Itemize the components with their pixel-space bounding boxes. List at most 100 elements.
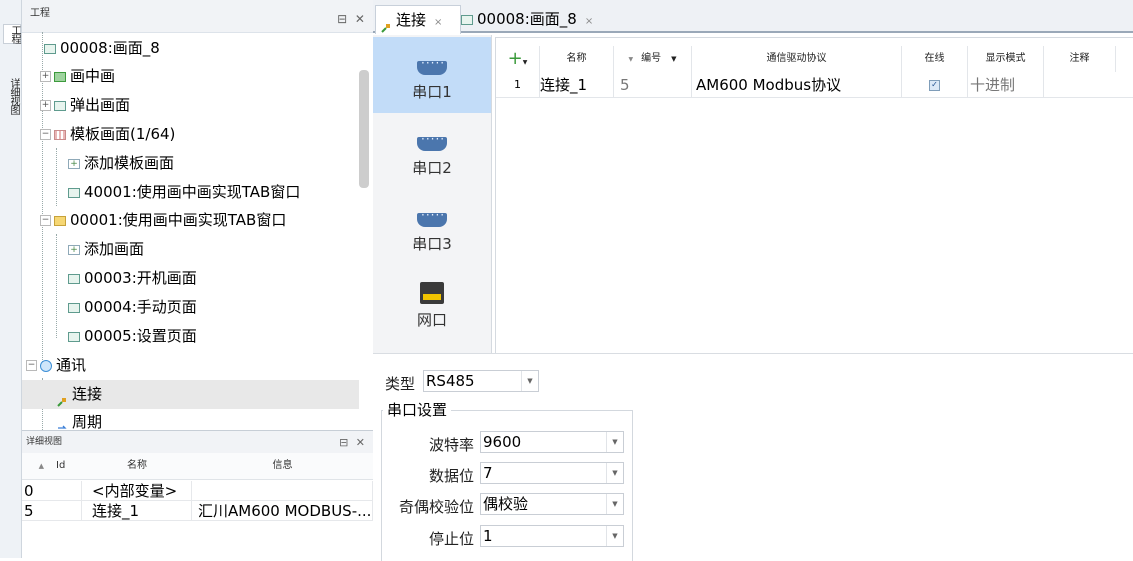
panel-window-controls[interactable]: ⊟ ✕ xyxy=(339,436,367,449)
column-header-display-mode[interactable]: 显示模式 xyxy=(968,46,1044,72)
baud-rate-value: 9600 xyxy=(483,433,522,451)
data-bits-value: 7 xyxy=(483,464,493,482)
connection-grid: +▼ 名称 ▼ 编号 ▼ 通信驱动协议 在线 显示模式 注释 1 连接_1 5 AM… xyxy=(495,37,1133,355)
column-header-online[interactable]: 在线 xyxy=(902,46,968,72)
expand-icon[interactable]: + xyxy=(40,71,51,82)
port-label: 串口1 xyxy=(412,83,452,101)
chevron-down-icon[interactable]: ▼ xyxy=(606,526,623,546)
data-bits-label: 数据位 xyxy=(429,467,475,485)
ethernet-port-icon xyxy=(420,282,444,304)
collapse-icon[interactable]: − xyxy=(40,215,51,226)
tree-item-picture-in-picture[interactable]: + 画中画 xyxy=(40,62,115,91)
screen-icon xyxy=(54,71,66,82)
stop-bits-label: 停止位 xyxy=(429,530,475,548)
detail-cell-id[interactable]: 0 xyxy=(22,481,82,501)
tree-item-label: 00008:画面_8 xyxy=(60,39,160,57)
collapse-icon[interactable]: − xyxy=(40,129,51,140)
connection-editor: 串口1 串口2 串口3 网口 +▼ 名称 ▼编号▼ 通信驱动协议 在线 显示模式… xyxy=(373,35,1133,561)
type-select[interactable]: RS485 ▼ xyxy=(423,370,539,392)
tree-item-screen-00001[interactable]: − 00001:使用画中画实现TAB窗口 xyxy=(40,206,286,235)
detail-cell-id[interactable]: 5 xyxy=(22,501,82,521)
row-index[interactable]: 1 xyxy=(496,72,540,98)
plug-icon xyxy=(380,15,392,33)
tree-item-template-screen[interactable]: − 模板画面(1/64) xyxy=(40,120,175,149)
serial-port-icon xyxy=(417,132,447,151)
stop-bits-select[interactable]: 1 ▼ xyxy=(480,525,624,547)
chevron-down-icon[interactable]: ▼ xyxy=(606,463,623,483)
close-icon[interactable]: × xyxy=(434,17,442,28)
cell-comment[interactable] xyxy=(1044,72,1133,98)
globe-icon xyxy=(40,359,52,372)
screen-icon xyxy=(461,14,473,25)
tree-item-screen-00004[interactable]: 00004:手动页面 xyxy=(68,293,197,322)
column-header-id[interactable]: ▲ Id xyxy=(22,453,83,480)
cell-number[interactable]: 5 xyxy=(614,72,692,98)
column-header-protocol[interactable]: 通信驱动协议 xyxy=(692,46,902,72)
parity-select[interactable]: 偶校验 ▼ xyxy=(480,493,624,515)
detail-cell-info[interactable]: 汇川AM600 MODBUS-... xyxy=(192,501,373,521)
cell-name[interactable]: 连接_1 xyxy=(540,72,614,98)
project-scrollbar-thumb[interactable] xyxy=(359,70,369,188)
column-header-name[interactable]: 名称 xyxy=(82,453,193,480)
panel-window-controls[interactable]: ⊟ ✕ xyxy=(337,12,367,26)
port-list: 串口1 串口2 串口3 网口 xyxy=(373,35,492,353)
tab-screen-8[interactable]: 00008:画面_8 × xyxy=(459,5,609,33)
cell-protocol[interactable]: AM600 Modbus协议 xyxy=(692,72,902,98)
screen-icon xyxy=(68,331,80,342)
column-header-number[interactable]: ▼ 编号 ▼ xyxy=(614,46,692,72)
chevron-down-icon[interactable]: ▼ xyxy=(606,494,623,514)
port-serial-1[interactable]: 串口1 xyxy=(373,37,491,113)
tree-item-label: 40001:使用画中画实现TAB窗口 xyxy=(84,183,301,201)
port-ethernet[interactable]: 网口 xyxy=(373,265,491,341)
sort-asc-icon: ▲ xyxy=(38,462,45,470)
detail-panel-title: 详细视图 xyxy=(26,437,63,447)
tree-item-screen-00005[interactable]: 00005:设置页面 xyxy=(68,322,197,351)
port-serial-3[interactable]: 串口3 xyxy=(373,189,491,265)
filter-icon[interactable]: ▼ xyxy=(671,55,676,63)
detail-cell-info[interactable] xyxy=(192,481,373,501)
project-panel-title: 工程 xyxy=(30,8,50,19)
tree-item-label: 模板画面(1/64) xyxy=(70,125,176,143)
add-row-button[interactable]: +▼ xyxy=(496,46,540,72)
tree-item-label: 00003:开机画面 xyxy=(84,269,197,287)
detail-cell-name[interactable]: 连接_1 xyxy=(82,501,192,521)
column-header-info[interactable]: 信息 xyxy=(192,453,374,480)
tree-item-add-template[interactable]: + 添加模板画面 xyxy=(68,149,174,178)
editor-tab-bar: 连接 × 00008:画面_8 × xyxy=(373,0,1133,34)
detail-cell-name[interactable]: <内部变量> xyxy=(82,481,192,501)
tree-item-cycle[interactable]: 周期 xyxy=(56,408,102,430)
side-tab-project[interactable]: 工程 xyxy=(3,24,21,44)
tree-item-screen-00003[interactable]: 00003:开机画面 xyxy=(68,264,197,293)
tree-item-communication[interactable]: − 通讯 xyxy=(26,351,86,380)
baud-rate-select[interactable]: 9600 ▼ xyxy=(480,431,624,453)
cell-display-mode[interactable]: 十进制 xyxy=(968,72,1044,98)
tree-item-label: 00005:设置页面 xyxy=(84,327,197,345)
add-icon: + xyxy=(68,244,80,255)
tree-item-template-40001[interactable]: 40001:使用画中画实现TAB窗口 xyxy=(68,178,300,207)
project-panel: 工程 ⊟ ✕ 00008:画面_8 + 画中画 + 弹出画面 − 模板画面(1/64)… xyxy=(22,0,373,430)
column-header-comment[interactable]: 注释 xyxy=(1044,46,1116,72)
screen-icon xyxy=(44,43,56,54)
chevron-down-icon[interactable]: ▼ xyxy=(606,432,623,452)
side-tab-strip: 工程 详细视图 xyxy=(0,0,22,558)
column-header-name[interactable]: 名称 xyxy=(540,46,614,72)
tree-item-label: 周期 xyxy=(72,413,103,430)
online-checkbox[interactable]: ✓ xyxy=(902,72,968,98)
port-serial-2[interactable]: 串口2 xyxy=(373,113,491,189)
detail-panel-header: 详细视图 ⊟ ✕ xyxy=(22,431,373,454)
port-label: 串口3 xyxy=(412,235,452,253)
tree-item-label: 通讯 xyxy=(56,356,87,374)
add-icon: + xyxy=(507,48,523,69)
plug-icon xyxy=(56,389,68,407)
tab-connection[interactable]: 连接 × xyxy=(375,5,461,34)
tree-item-connection[interactable]: 连接 xyxy=(22,380,359,409)
chevron-down-icon[interactable]: ▼ xyxy=(521,371,538,391)
expand-icon[interactable]: + xyxy=(40,100,51,111)
side-tab-detail-view[interactable]: 详细视图 xyxy=(3,78,19,114)
tree-item-add-screen[interactable]: + 添加画面 xyxy=(68,235,144,264)
collapse-icon[interactable]: − xyxy=(26,360,37,371)
close-icon[interactable]: × xyxy=(585,16,593,27)
tree-item-screen-8[interactable]: 00008:画面_8 xyxy=(44,34,160,63)
tree-item-popup-screen[interactable]: + 弹出画面 xyxy=(40,91,130,120)
data-bits-select[interactable]: 7 ▼ xyxy=(480,462,624,484)
